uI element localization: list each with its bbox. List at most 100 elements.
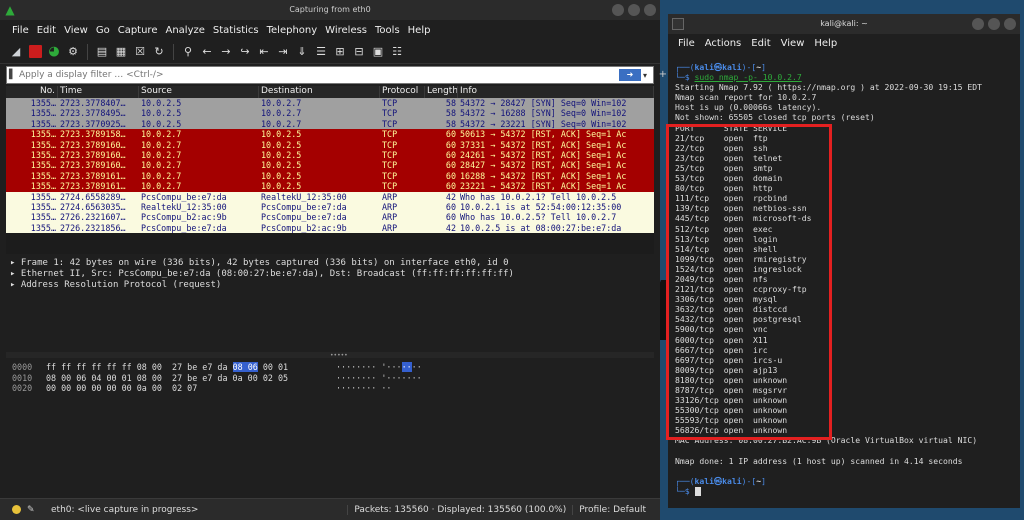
packet-no: 1355… bbox=[30, 222, 56, 233]
table-row[interactable]: 1355… 2726.2321607… PcsCompu_b2:ac:9b PcsCo… bbox=[6, 212, 654, 223]
find-packet-icon[interactable]: ⚲ bbox=[180, 44, 196, 60]
table-row[interactable]: 1355… 2726.2321856… PcsCompu_be:e7:da PcsCo… bbox=[6, 222, 654, 234]
menu-view[interactable]: View bbox=[64, 25, 88, 36]
packet-source: PcsCompu_b2:ac:9b bbox=[141, 212, 227, 223]
detail-arp[interactable]: ▸ Address Resolution Protocol (request) bbox=[10, 280, 650, 291]
hex-row[interactable]: 0010 08 00 06 04 00 01 08 00 27 be e7 da … bbox=[12, 373, 648, 384]
menu-edit[interactable]: Edit bbox=[37, 25, 56, 36]
terminal-menu-help[interactable]: Help bbox=[814, 38, 837, 49]
terminal-menu-edit[interactable]: Edit bbox=[751, 38, 770, 49]
detail-frame[interactable]: ▸ Frame 1: 42 bytes on wire (336 bits), … bbox=[10, 258, 650, 269]
apply-filter-icon[interactable]: ➜ bbox=[619, 69, 641, 81]
col-info[interactable]: Info bbox=[458, 86, 654, 98]
table-row[interactable]: 1355… 2723.3789160… 10.0.2.7 10.0.2.5 TCP 60 3… bbox=[6, 139, 654, 150]
terminal-minimize-button[interactable] bbox=[972, 18, 984, 30]
resize-columns-icon[interactable]: ☷ bbox=[389, 44, 405, 60]
zoom-in-icon[interactable]: ⊞ bbox=[332, 44, 348, 60]
open-file-icon[interactable]: ▤ bbox=[94, 44, 110, 60]
profile-status[interactable]: Profile: Default bbox=[572, 504, 660, 515]
shark-fin-start-icon[interactable]: ◢ bbox=[8, 44, 24, 60]
menu-help[interactable]: Help bbox=[408, 25, 431, 36]
menu-analyze[interactable]: Analyze bbox=[165, 25, 204, 36]
packet-list: No. Time Source Destination Protocol Len… bbox=[6, 86, 654, 254]
packet-destination: 10.0.2.5 bbox=[261, 181, 302, 192]
terminal-maximize-button[interactable] bbox=[988, 18, 1000, 30]
window-title: Capturing from eth0 bbox=[289, 5, 371, 14]
table-row[interactable]: 1355… 2723.3789160… 10.0.2.7 10.0.2.5 TCP 60 2… bbox=[6, 149, 654, 161]
packet-destination: 10.0.2.7 bbox=[261, 98, 302, 108]
terminal-close-button[interactable] bbox=[1004, 18, 1016, 30]
menu-go[interactable]: Go bbox=[96, 25, 110, 36]
go-first-packet-icon[interactable]: ⇤ bbox=[256, 44, 272, 60]
table-row[interactable]: 1355… 2723.3789161… 10.0.2.7 10.0.2.5 TCP 60 2… bbox=[6, 181, 654, 192]
close-button[interactable] bbox=[644, 4, 656, 16]
restart-capture-icon[interactable]: ◕ bbox=[46, 44, 62, 60]
packet-count-status: Packets: 135560 · Displayed: 135560 (100… bbox=[347, 504, 572, 515]
pane-splitter[interactable]: ••••• bbox=[6, 352, 654, 359]
add-filter-button-icon[interactable]: + bbox=[659, 69, 667, 80]
reload-file-icon[interactable]: ↻ bbox=[151, 44, 167, 60]
go-forward-icon[interactable]: → bbox=[218, 44, 234, 60]
display-filter-bar: ▌ ➜ ▾ + bbox=[6, 66, 667, 84]
display-filter-input[interactable] bbox=[19, 70, 619, 80]
zoom-out-icon[interactable]: ⊟ bbox=[351, 44, 367, 60]
col-no[interactable]: No. bbox=[6, 86, 58, 98]
packet-protocol: ARP bbox=[382, 222, 398, 233]
packet-info: 16288 → 54372 [RST, ACK] Seq=1 Ac bbox=[460, 170, 627, 181]
table-row[interactable]: 1355… 2723.3778495… 10.0.2.5 10.0.2.7 TCP 58 5… bbox=[6, 108, 654, 119]
col-time[interactable]: Time bbox=[58, 86, 139, 98]
go-to-packet-icon[interactable]: ↪ bbox=[237, 44, 253, 60]
menu-statistics[interactable]: Statistics bbox=[213, 25, 259, 36]
col-length[interactable]: Length bbox=[425, 86, 458, 98]
menu-wireless[interactable]: Wireless bbox=[325, 25, 367, 36]
capture-options-icon[interactable]: ⚙ bbox=[65, 44, 81, 60]
table-row[interactable]: 1355… 2723.3789161… 10.0.2.7 10.0.2.5 TCP 60 1… bbox=[6, 170, 654, 182]
hex-row[interactable]: 0000 ff ff ff ff ff ff 08 00 27 be e7 da … bbox=[12, 362, 648, 373]
packet-source: 10.0.2.7 bbox=[141, 160, 182, 171]
detail-ethernet[interactable]: ▸ Ethernet II, Src: PcsCompu_be:e7:da (0… bbox=[10, 269, 650, 280]
go-back-icon[interactable]: ← bbox=[199, 44, 215, 60]
terminal-menu-view[interactable]: View bbox=[781, 38, 805, 49]
table-row[interactable]: 1355… 2723.3789160… 10.0.2.7 10.0.2.5 TCP 60 2… bbox=[6, 160, 654, 171]
go-last-packet-icon[interactable]: ⇥ bbox=[275, 44, 291, 60]
table-row[interactable]: 1355… 2723.3789158… 10.0.2.7 10.0.2.5 TCP 60 5… bbox=[6, 129, 654, 140]
terminal-menu-actions[interactable]: Actions bbox=[705, 38, 742, 49]
wireshark-titlebar: ▲ Capturing from eth0 bbox=[0, 0, 660, 20]
packet-no: 1355… bbox=[30, 108, 56, 119]
zoom-normal-icon[interactable]: ▣ bbox=[370, 44, 386, 60]
packet-time: 2723.3789161… bbox=[60, 170, 126, 181]
table-row[interactable]: 1355… 2724.6563035… RealtekU_12:35:00 PcsCo… bbox=[6, 201, 654, 213]
close-file-icon[interactable]: ☒ bbox=[132, 44, 148, 60]
menu-telephony[interactable]: Telephony bbox=[267, 25, 318, 36]
table-row[interactable]: 1355… 2723.3770925… 10.0.2.5 10.0.2.7 TCP 58 5… bbox=[6, 118, 654, 130]
packet-source: RealtekU_12:35:00 bbox=[141, 201, 227, 212]
table-row[interactable]: 1355… 2724.6558289… PcsCompu_be:e7:da Realt… bbox=[6, 191, 654, 202]
menu-capture[interactable]: Capture bbox=[118, 25, 158, 36]
packet-details: ▸ Frame 1: 42 bytes on wire (336 bits), … bbox=[6, 256, 654, 352]
menu-file[interactable]: File bbox=[12, 25, 29, 36]
col-destination[interactable]: Destination bbox=[259, 86, 380, 98]
packet-destination: PcsCompu_be:e7:da bbox=[261, 212, 347, 223]
hex-offset: 0000 bbox=[12, 362, 33, 372]
maximize-button[interactable] bbox=[628, 4, 640, 16]
minimize-button[interactable] bbox=[612, 4, 624, 16]
nmap-command: sudo nmap -p- 10.0.2.7 bbox=[694, 72, 802, 83]
packet-time: 2723.3789160… bbox=[60, 139, 126, 150]
expert-info-icon[interactable] bbox=[12, 505, 21, 514]
packet-list-header: No. Time Source Destination Protocol Len… bbox=[6, 86, 654, 98]
hex-row[interactable]: 0020 00 00 00 00 00 00 0a 00 02 07 ·······… bbox=[12, 383, 648, 394]
packet-length: 42 bbox=[445, 191, 456, 202]
terminal-menu-file[interactable]: File bbox=[678, 38, 695, 49]
filter-dropdown-icon[interactable]: ▾ bbox=[643, 71, 653, 80]
capture-comment-icon[interactable]: ✎ bbox=[27, 505, 37, 515]
colorize-icon[interactable]: ☰ bbox=[313, 44, 329, 60]
menu-tools[interactable]: Tools bbox=[375, 25, 400, 36]
col-protocol[interactable]: Protocol bbox=[380, 86, 425, 98]
autoscroll-icon[interactable]: ⇓ bbox=[294, 44, 310, 60]
save-file-icon[interactable]: ▦ bbox=[113, 44, 129, 60]
stop-capture-button[interactable] bbox=[27, 44, 43, 60]
toolbar-separator bbox=[87, 43, 88, 60]
filter-bookmark-icon[interactable]: ▌ bbox=[7, 70, 19, 80]
table-row[interactable]: 1355… 2723.3778407… 10.0.2.5 10.0.2.7 TCP 58 5… bbox=[6, 98, 654, 109]
col-source[interactable]: Source bbox=[139, 86, 259, 98]
